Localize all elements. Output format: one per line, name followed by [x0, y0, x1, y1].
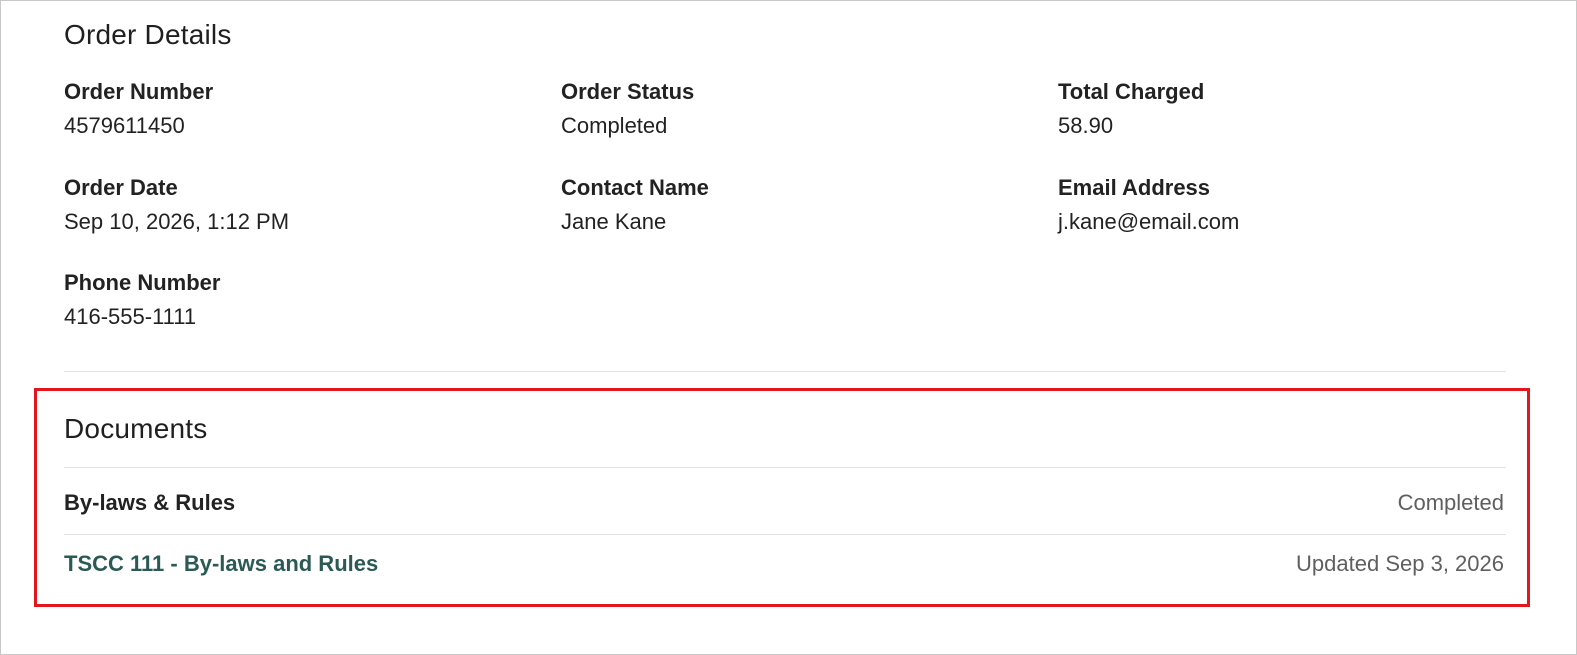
- order-number-field: Order Number 4579611450: [64, 81, 213, 137]
- email-address-field: Email Address j.kane@email.com: [1058, 177, 1239, 233]
- documents-title: Documents: [64, 413, 208, 444]
- order-date-label: Order Date: [64, 175, 178, 200]
- phone-number-label: Phone Number: [64, 270, 221, 295]
- total-charged-value: 58.90: [1058, 113, 1114, 138]
- order-date-value: Sep 10, 2026, 1:12 PM: [64, 209, 290, 234]
- document-row-divider: [64, 534, 1506, 535]
- total-charged-label: Total Charged: [1058, 79, 1205, 104]
- contact-name-value: Jane Kane: [561, 209, 667, 234]
- order-date-field: Order Date Sep 10, 2026, 1:12 PM: [64, 177, 289, 233]
- order-status-field: Order Status Completed: [561, 81, 694, 137]
- email-address-label: Email Address: [1058, 175, 1211, 200]
- phone-number-field: Phone Number 416-555-1111: [64, 272, 220, 328]
- documents-header-divider: [64, 467, 1506, 468]
- contact-name-label: Contact Name: [561, 175, 709, 200]
- order-details-panel: Order Details Order Number 4579611450 Or…: [0, 0, 1577, 655]
- order-status-value: Completed: [561, 113, 668, 138]
- order-status-label: Order Status: [561, 79, 695, 104]
- section-divider: [64, 371, 1506, 372]
- contact-name-field: Contact Name Jane Kane: [561, 177, 709, 233]
- order-number-value: 4579611450: [64, 113, 185, 138]
- email-address-value: j.kane@email.com: [1058, 209, 1240, 234]
- document-link-tscc-111[interactable]: TSCC 111 - By-laws and Rules: [64, 553, 378, 575]
- document-group-status: Completed: [1397, 490, 1504, 515]
- document-group-name: By-laws & Rules: [64, 490, 236, 515]
- document-updated-date: Updated Sep 3, 2026: [1296, 551, 1504, 576]
- order-details-title: Order Details: [64, 19, 232, 50]
- phone-number-value: 416-555-1111: [64, 304, 197, 329]
- total-charged-field: Total Charged 58.90: [1058, 81, 1204, 137]
- order-number-label: Order Number: [64, 79, 214, 104]
